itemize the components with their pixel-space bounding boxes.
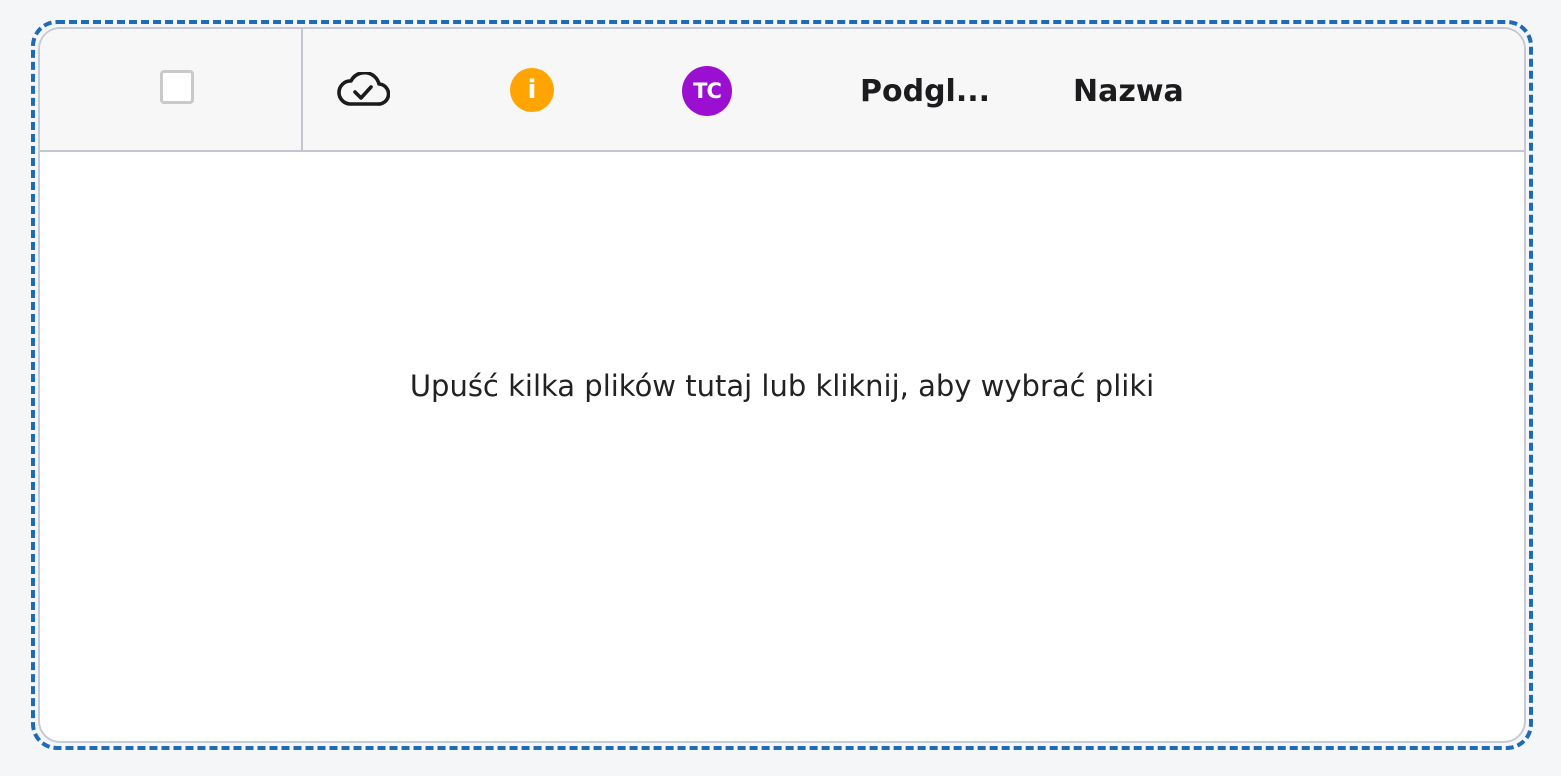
select-all-checkbox[interactable]: [160, 70, 194, 104]
column-header-name[interactable]: Nazwa: [1073, 74, 1184, 110]
cloud-check-icon[interactable]: [336, 72, 390, 108]
select-column-header: [40, 29, 303, 150]
tc-badge[interactable]: TC: [682, 66, 732, 116]
empty-dropzone-message: Upuść kilka plików tutaj lub kliknij, ab…: [409, 369, 1155, 403]
file-table: i TC Podgl... Nazwa Upuść kilka plików t…: [38, 27, 1526, 743]
file-dropzone[interactable]: i TC Podgl... Nazwa Upuść kilka plików t…: [31, 20, 1533, 750]
table-header: i TC Podgl... Nazwa: [40, 29, 1524, 152]
column-header-preview[interactable]: Podgl...: [860, 74, 990, 110]
info-icon[interactable]: i: [510, 68, 554, 112]
